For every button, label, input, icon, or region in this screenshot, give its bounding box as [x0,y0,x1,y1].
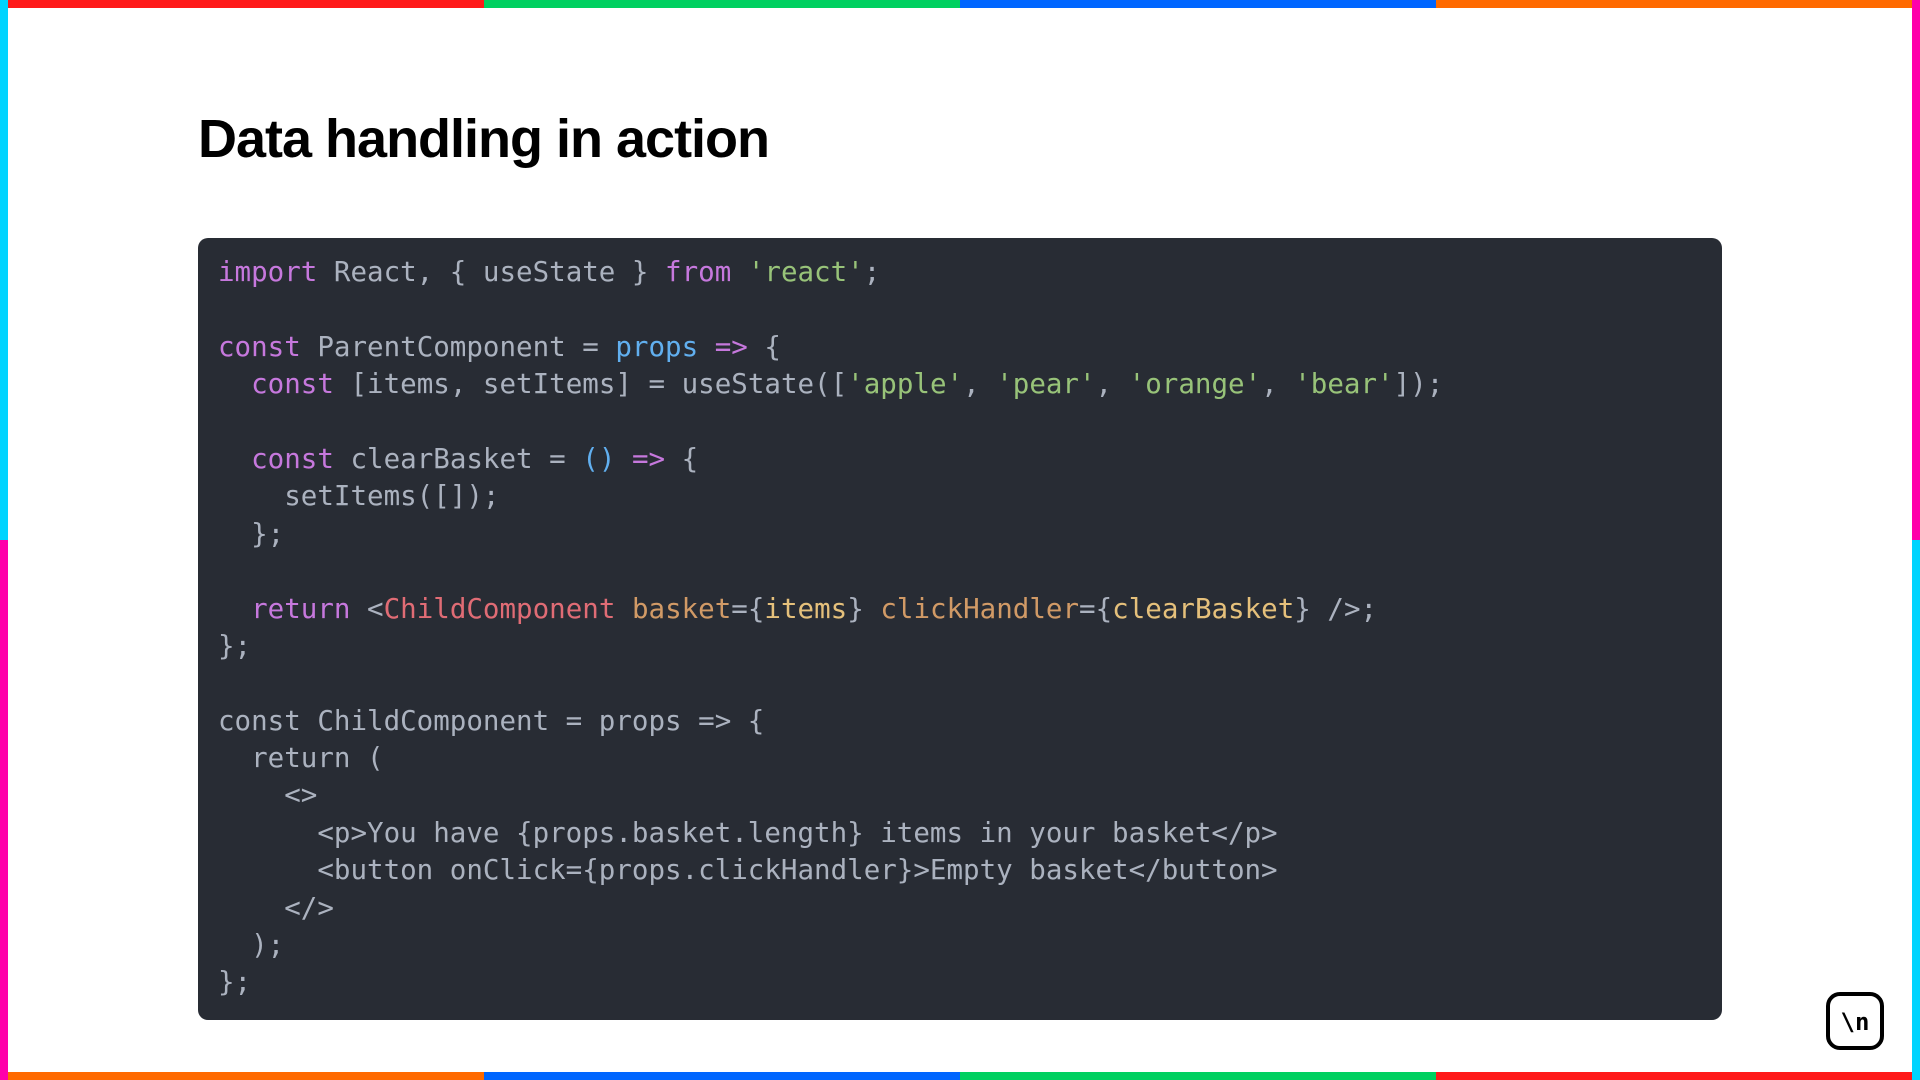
slide-title: Data handling in action [198,108,1722,170]
newline-icon: \n [1826,992,1884,1050]
slide: Data handling in action import React, { … [0,0,1920,1080]
border-seg [960,1072,1436,1080]
code-token: ); [218,929,284,961]
code-token: ; [864,256,881,288]
code-token [615,593,632,625]
code-token: => [715,331,748,363]
code-token: </> [218,892,334,924]
code-token: ; [1361,593,1378,625]
border-seg [960,0,1436,8]
code-token: , [963,368,996,400]
code-token: 'bear' [1294,368,1393,400]
brand-logo: \n [1826,992,1884,1050]
code-token: <button onClick={props.clickHandler}>Emp… [218,854,1278,886]
border-seg [0,540,8,1080]
code-token: clearBasket [1112,593,1294,625]
code-token: clearBasket = [334,443,582,475]
border-left [0,0,8,1080]
code-token: from [665,256,731,288]
code-token: } [1294,593,1311,625]
slide-content: Data handling in action import React, { … [8,8,1912,1072]
code-token: const ChildComponent = props => { [218,705,764,737]
code-token: clickHandler [880,593,1079,625]
code-token: <> [218,779,317,811]
code-token: } [847,593,864,625]
code-token: const [251,368,334,400]
code-token: [items, setItems] = useState([ [334,368,847,400]
code-token: const [218,331,301,363]
code-token: = [731,593,748,625]
code-token: React, { useState } [317,256,665,288]
code-token [218,368,251,400]
code-token: return [251,593,350,625]
border-seg [1436,1072,1912,1080]
border-seg [1436,0,1912,8]
border-bottom [8,1072,1912,1080]
code-token: import [218,256,317,288]
code-token: <p>You have {props.basket.length} items … [218,817,1278,849]
code-token: setItems([]); [218,480,499,512]
code-token [615,443,632,475]
code-token: ParentComponent = [301,331,616,363]
border-seg [8,1072,484,1080]
code-token: 'orange' [1129,368,1261,400]
code-token: 'apple' [847,368,963,400]
code-token: }; [218,966,251,998]
code-token: }; [218,518,284,550]
code-token: /> [1327,593,1360,625]
border-top [8,0,1912,8]
code-token: props [615,331,698,363]
code-token: basket [632,593,731,625]
border-seg [1912,0,1920,540]
code-token [218,443,251,475]
code-token: ]); [1394,368,1444,400]
code-token: }; [218,630,251,662]
border-seg [484,1072,960,1080]
border-right [1912,0,1920,1080]
code-token: items [764,593,847,625]
code-token: { [748,593,765,625]
code-token: { [1096,593,1113,625]
code-token [1311,593,1328,625]
code-token: < [367,593,384,625]
border-seg [0,0,8,540]
border-seg [1912,540,1920,1080]
code-token: = [1079,593,1096,625]
code-token: => [632,443,665,475]
code-token: { [665,443,698,475]
code-token: , [1261,368,1294,400]
code-token: const [251,443,334,475]
code-token [218,593,251,625]
border-seg [8,0,484,8]
logo-text: \n [1841,1008,1870,1036]
code-token: , [1096,368,1129,400]
code-token: () [582,443,615,475]
code-token [731,256,748,288]
code-block: import React, { useState } from 'react';… [198,238,1722,1020]
code-token [350,593,367,625]
code-token: ChildComponent [384,593,616,625]
code-token: return ( [218,742,384,774]
code-token: 'react' [748,256,864,288]
code-token [698,331,715,363]
code-token: { [748,331,781,363]
border-seg [484,0,960,8]
code-token [864,593,881,625]
code-token: 'pear' [996,368,1095,400]
